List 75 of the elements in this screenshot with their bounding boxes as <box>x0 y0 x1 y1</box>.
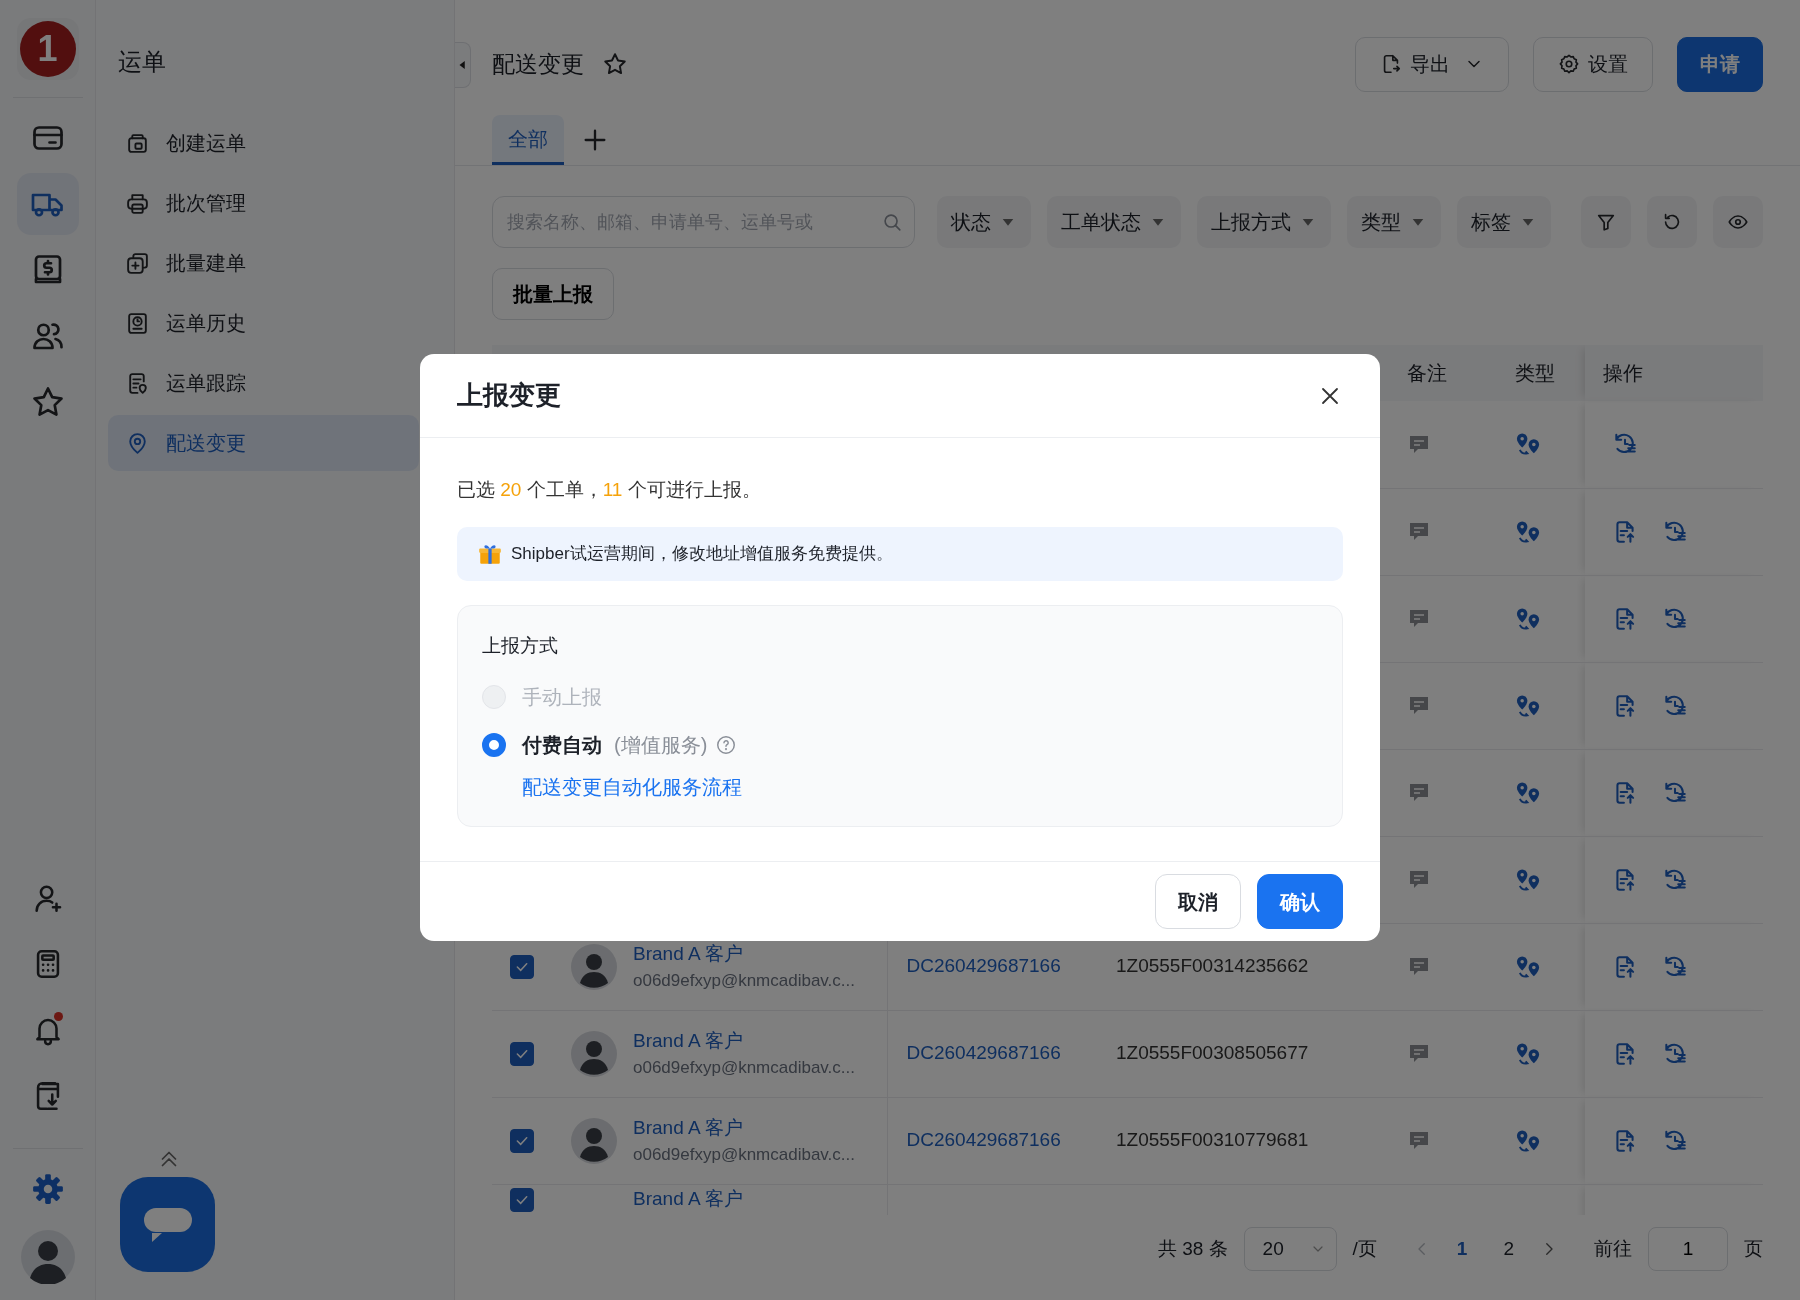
nav-item-highlight[interactable] <box>16 173 79 235</box>
filter-dropdown[interactable]: 标签 <box>1457 196 1551 248</box>
confirm-button[interactable]: 确认 <box>1257 874 1343 929</box>
customer-name[interactable]: Brand A 客户 <box>633 1113 855 1142</box>
order-number-link[interactable]: DC260429687166 <box>906 1129 1061 1151</box>
customer-email: o06d9efxyp@knmcadibav.c... <box>633 970 855 992</box>
clock-document-icon <box>125 310 150 336</box>
column-header: 类型 <box>1515 362 1555 384</box>
page-size-select[interactable]: 20 <box>1243 1227 1337 1271</box>
sidebar-item[interactable]: 批量建单 <box>108 235 419 291</box>
sidebar-item[interactable]: 运单跟踪 <box>108 355 419 411</box>
search-icon <box>881 211 903 233</box>
customer-email: o06d9efxyp@knmcadibav.c... <box>633 1057 855 1079</box>
tracking-number: 1Z0555F00308505677 <box>1116 1042 1309 1064</box>
goto-label: 前往 <box>1594 1236 1632 1261</box>
filter-dropdown[interactable]: 状态 <box>937 196 1031 248</box>
page-button[interactable]: 2 <box>1493 1234 1524 1264</box>
speech-bubble-icon <box>141 1205 194 1244</box>
page-title: 配送变更 <box>492 49 584 79</box>
customer-name[interactable]: Brand A 客户 <box>633 1026 855 1055</box>
avatar <box>571 943 617 990</box>
settings-icon <box>1558 53 1580 75</box>
page-suffix: 页 <box>1744 1236 1763 1261</box>
column-header: 备注 <box>1407 362 1447 384</box>
option-label[interactable]: 付费自动 <box>522 730 602 760</box>
per-page-label: /页 <box>1352 1236 1377 1261</box>
checkbox[interactable] <box>510 954 534 979</box>
checkbox[interactable] <box>510 1041 534 1066</box>
avatar <box>571 1030 617 1077</box>
view-button[interactable] <box>1713 196 1763 248</box>
selection-summary: 已选 20 个工单，11 个可进行上报。 <box>457 478 762 502</box>
bulk-report-button[interactable]: 批量上报 <box>492 268 614 320</box>
add-copy-icon <box>125 250 150 276</box>
collapse-toggle[interactable] <box>455 42 471 88</box>
tracking-number: 1Z0555F00310779681 <box>1116 1129 1309 1151</box>
apply-button[interactable]: 申请 <box>1677 36 1763 92</box>
customer-name[interactable]: Brand A 客户 <box>633 1187 743 1210</box>
column-header: 操作 <box>1603 362 1643 384</box>
customer-name[interactable]: Brand A 客户 <box>633 939 855 968</box>
notice-text: Shipber试运营期间，修改地址增值服务免费提供。 <box>511 542 893 565</box>
sidebar-item[interactable]: 创建运单 <box>108 115 419 171</box>
settings-button[interactable]: 设置 <box>1533 36 1653 92</box>
filter-dropdown[interactable]: 类型 <box>1347 196 1441 248</box>
filter-button[interactable] <box>1581 196 1631 248</box>
sidebar-item[interactable]: 批次管理 <box>108 175 419 231</box>
page-input[interactable]: 1 <box>1648 1227 1728 1271</box>
help-icon[interactable] <box>715 734 738 756</box>
user-avatar[interactable] <box>20 1230 75 1284</box>
export-button[interactable]: 导出 <box>1355 36 1509 92</box>
filter-dropdown[interactable]: 工单状态 <box>1047 196 1181 248</box>
sidebar-item[interactable]: 运单历史 <box>108 295 419 351</box>
option-note: (增值服务) <box>614 733 708 758</box>
service-flow-link[interactable]: 配送变更自动化服务流程 <box>522 776 742 798</box>
star-icon[interactable] <box>602 51 628 77</box>
logo: 1 <box>19 21 76 77</box>
total-count: 共 38 条 <box>1157 1236 1228 1261</box>
order-number-link[interactable]: DC260429687166 <box>906 1042 1061 1064</box>
method-label: 上报方式 <box>482 633 559 658</box>
order-number-link[interactable]: DC260429687166 <box>906 955 1061 977</box>
chat-button[interactable] <box>120 1177 215 1272</box>
tab[interactable]: 全部 <box>492 115 564 165</box>
section-title: 运单 <box>117 47 167 77</box>
page-button[interactable]: 1 <box>1446 1234 1478 1264</box>
cancel-button[interactable]: 取消 <box>1155 874 1241 929</box>
customer-email: o06d9efxyp@knmcadibav.c... <box>633 1144 855 1166</box>
settings-icon[interactable] <box>30 1172 65 1206</box>
refresh-button[interactable] <box>1647 196 1697 248</box>
checkbox[interactable] <box>510 1187 534 1212</box>
tracking-number: 1Z0555F00314235662 <box>1116 955 1309 977</box>
radio-button[interactable] <box>482 733 506 757</box>
checkbox[interactable] <box>510 1128 534 1153</box>
dialog-title: 上报变更 <box>457 379 561 412</box>
sidebar-item[interactable]: 配送变更 <box>108 415 419 471</box>
avatar <box>571 1117 617 1164</box>
filter-dropdown[interactable]: 上报方式 <box>1197 196 1331 248</box>
